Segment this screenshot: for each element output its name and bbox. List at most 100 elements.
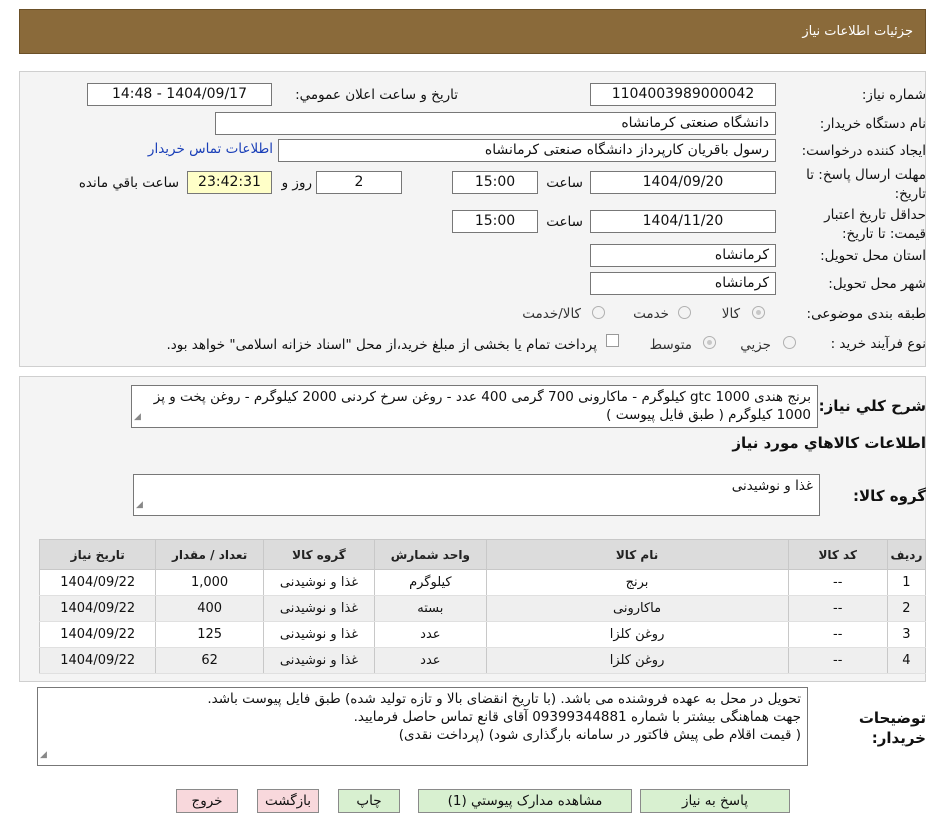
cell-code: -- — [787, 621, 888, 648]
cell-name: برنج — [485, 569, 789, 596]
category-label: طبقه بندی موضوعی: — [806, 306, 926, 322]
cell-row-number: 1 — [886, 569, 927, 596]
announce-label: تاریخ و ساعت اعلان عمومي: — [295, 87, 458, 103]
deadline-time-label: ساعت — [546, 175, 583, 191]
page-title: جزئیات اطلاعات نیاز — [802, 24, 913, 39]
buyer-notes-textarea[interactable]: تحویل در محل به عهده فروشنده می باشد. (ب… — [37, 687, 808, 766]
announce-field[interactable]: 1404/09/17 - 14:48 — [87, 83, 272, 106]
process-radio-minor[interactable] — [783, 336, 796, 349]
process-radio-medium[interactable] — [703, 336, 716, 349]
category-radio-goods[interactable] — [752, 306, 765, 319]
cell-row-number: 2 — [886, 595, 927, 622]
need-number-field[interactable]: 1104003989000042 — [590, 83, 776, 106]
column-header-name: نام کالا — [485, 539, 789, 570]
cell-group: غذا و نوشیدنی — [262, 621, 376, 648]
table-row[interactable]: 2 -- ماکارونی بسته غذا و نوشیدنی 400 140… — [38, 595, 927, 622]
cell-quantity: 1,000 — [155, 569, 264, 596]
page-header: جزئیات اطلاعات نیاز — [19, 9, 926, 54]
print-button[interactable]: چاپ — [338, 789, 400, 813]
days-remaining-field[interactable]: 2 — [316, 171, 402, 194]
resize-handle-icon[interactable]: ◢ — [134, 408, 141, 426]
need-number-label: شماره نیاز: — [861, 87, 926, 103]
table-header-row: ردیف کد کالا نام کالا واحد شمارش گروه کا… — [38, 539, 927, 570]
cell-name: روغن کلزا — [485, 621, 789, 648]
description-label: شرح کلي نياز: — [818, 397, 926, 415]
cell-quantity: 62 — [155, 647, 264, 674]
treasury-payment-checkbox[interactable] — [606, 334, 619, 347]
goods-section-title: اطلاعات کالاهاي مورد نياز — [732, 434, 926, 452]
process-option-medium: متوسط — [649, 337, 692, 353]
contact-buyer-link[interactable]: اطلاعات تماس خریدار — [148, 141, 273, 157]
cell-row-number: 3 — [886, 621, 927, 648]
cell-group: غذا و نوشیدنی — [262, 647, 376, 674]
category-option-both: کالا/خدمت — [522, 306, 581, 322]
reply-button[interactable]: پاسخ به نیاز — [640, 789, 790, 813]
category-option-service: خدمت — [633, 306, 669, 322]
validity-date-field[interactable]: 1404/11/20 — [590, 210, 776, 233]
category-option-goods: کالا — [721, 306, 740, 322]
remaining-time-label: ساعت باقي مانده — [78, 175, 179, 191]
resize-handle-icon[interactable]: ◢ — [136, 496, 143, 514]
cell-date: 1404/09/22 — [38, 621, 157, 648]
process-option-minor: جزیي — [740, 337, 771, 353]
cell-date: 1404/09/22 — [38, 595, 157, 622]
description-textarea[interactable]: برنج هندی gtc 1000 کیلوگرم - ماکارونی 70… — [131, 385, 818, 428]
province-label: استان محل تحویل: — [820, 248, 926, 264]
cell-unit: عدد — [374, 647, 487, 674]
deadline-label: مهلت ارسال پاسخ: تا تاریخ: — [806, 167, 926, 202]
table-row[interactable]: 4 -- روغن کلزا عدد غذا و نوشیدنی 62 1404… — [38, 647, 927, 674]
days-label: روز و — [281, 175, 312, 191]
goods-group-field[interactable]: غذا و نوشیدنی ◢ — [133, 474, 820, 516]
province-field[interactable]: کرمانشاه — [590, 244, 776, 267]
column-header-code: کد کالا — [787, 539, 888, 570]
deadline-time-field[interactable]: 15:00 — [452, 171, 538, 194]
back-button[interactable]: بازگشت — [257, 789, 319, 813]
cell-group: غذا و نوشیدنی — [262, 595, 376, 622]
remaining-time-field: 23:42:31 — [187, 171, 272, 194]
buyer-notes-line: تحویل در محل به عهده فروشنده می باشد. (ب… — [207, 691, 801, 707]
deadline-date-field[interactable]: 1404/09/20 — [590, 171, 776, 194]
city-label: شهر محل تحویل: — [828, 276, 926, 292]
cell-unit: عدد — [374, 621, 487, 648]
view-attachments-button[interactable]: مشاهده مدارک پیوستي (1) — [418, 789, 632, 813]
creator-field[interactable]: رسول باقریان کارپرداز دانشگاه صنعتی کرما… — [278, 139, 776, 162]
cell-code: -- — [787, 647, 888, 674]
cell-group: غذا و نوشیدنی — [262, 569, 376, 596]
column-header-group: گروه کالا — [262, 539, 376, 570]
column-header-date: تاریخ نیاز — [38, 539, 157, 570]
cell-quantity: 125 — [155, 621, 264, 648]
cell-code: -- — [787, 569, 888, 596]
cell-code: -- — [787, 595, 888, 622]
cell-unit: بسته — [374, 595, 487, 622]
goods-table: ردیف کد کالا نام کالا واحد شمارش گروه کا… — [38, 539, 927, 674]
category-radio-both[interactable] — [592, 306, 605, 319]
validity-time-label: ساعت — [546, 214, 583, 230]
treasury-payment-note: پرداخت تمام یا بخشی از مبلغ خرید،از محل … — [166, 337, 597, 353]
buyer-org-label: نام دستگاه خریدار: — [819, 116, 926, 132]
buyer-org-field[interactable]: دانشگاه صنعتی کرمانشاه — [215, 112, 776, 135]
goods-group-value: غذا و نوشیدنی — [731, 478, 813, 494]
category-radio-service[interactable] — [678, 306, 691, 319]
cell-unit: کیلوگرم — [374, 569, 487, 596]
process-label: نوع فرآیند خرید : — [830, 336, 926, 352]
validity-time-field[interactable]: 15:00 — [452, 210, 538, 233]
buyer-notes-line: ( قیمت اقلام طی پیش فاکتور در سامانه بار… — [398, 727, 801, 743]
cell-row-number: 4 — [886, 647, 927, 674]
cell-name: ماکارونی — [485, 595, 789, 622]
exit-button[interactable]: خروج — [176, 789, 238, 813]
resize-handle-icon[interactable]: ◢ — [40, 746, 47, 764]
column-header-unit: واحد شمارش — [374, 539, 487, 570]
column-header-row-number: ردیف — [886, 539, 927, 570]
column-header-quantity: تعداد / مقدار — [155, 539, 264, 570]
city-field[interactable]: کرمانشاه — [590, 272, 776, 295]
table-row[interactable]: 1 -- برنج کیلوگرم غذا و نوشیدنی 1,000 14… — [38, 569, 927, 596]
buyer-notes-line: جهت هماهنگی بیشتر با شماره 09399344881 آ… — [353, 709, 801, 725]
cell-date: 1404/09/22 — [38, 569, 157, 596]
buyer-notes-label: توضیحات خریدار: — [858, 709, 926, 747]
goods-group-label: گروه کالا: — [853, 487, 926, 505]
creator-label: ایجاد کننده درخواست: — [801, 143, 926, 159]
cell-quantity: 400 — [155, 595, 264, 622]
cell-date: 1404/09/22 — [38, 647, 157, 674]
table-row[interactable]: 3 -- روغن کلزا عدد غذا و نوشیدنی 125 140… — [38, 621, 927, 648]
description-text: برنج هندی gtc 1000 کیلوگرم - ماکارونی 70… — [153, 389, 811, 423]
